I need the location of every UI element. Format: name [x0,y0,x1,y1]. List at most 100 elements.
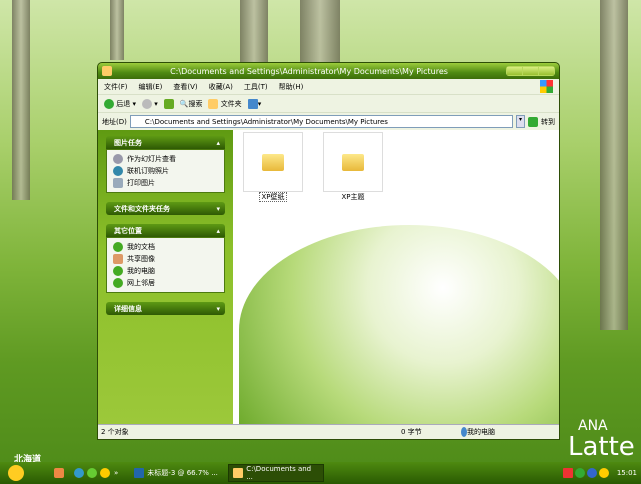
menu-file[interactable]: 文件(F) [104,82,128,92]
task-order-prints[interactable]: 联机订购照片 [113,165,218,177]
folders-button[interactable]: 文件夹 [208,98,242,109]
taskbar-button-photoshop[interactable]: 未标题-3 @ 66.7% ... [130,464,222,482]
close-button[interactable] [539,67,554,75]
menu-edit[interactable]: 编辑(E) [139,82,163,92]
panel-header[interactable]: 图片任务 ▴ [106,136,225,149]
picture-tasks-panel: 图片任务 ▴ 作为幻灯片查看 联机订购照片 打印图片 [106,136,225,193]
menu-favorites[interactable]: 收藏(A) [209,82,233,92]
panel-title: 文件和文件夹任务 [114,204,170,213]
show-desktop-icon[interactable] [54,468,64,478]
menu-help[interactable]: 帮助(H) [279,82,304,92]
other-places-panel: 其它位置 ▴ 我的文档 共享图像 我的电脑 网上邻居 [106,224,225,293]
task-label: C:\Documents and ... [246,465,312,481]
folder-icon [208,98,219,109]
search-button[interactable]: 🔍搜索 [180,99,203,109]
views-icon [247,98,258,109]
back-arrow-icon [104,98,114,109]
panel-title: 其它位置 [114,226,142,235]
go-button[interactable]: 转到 [541,117,555,127]
quicklaunch-icon[interactable] [100,468,110,478]
printer-icon [113,178,123,188]
panel-header[interactable]: 详细信息 ▾ [106,302,225,315]
place-network[interactable]: 网上邻居 [113,277,218,289]
taskbar: » 未标题-3 @ 66.7% ... C:\Documents and ...… [0,462,641,484]
ie-icon[interactable] [74,468,84,478]
menu-tools[interactable]: 工具(T) [244,82,268,92]
status-size: 0 字节 [401,428,422,436]
task-label: 作为幻灯片查看 [127,155,176,163]
forward-button[interactable]: ▾ [141,98,158,109]
panel-header[interactable]: 其它位置 ▴ [106,224,225,237]
folder-item[interactable]: XP主题 [323,132,383,202]
explorer-window: C:\Documents and Settings\Administrator\… [97,62,560,440]
maximize-button[interactable] [523,67,538,75]
tree [600,0,628,330]
clock[interactable]: 15:01 [617,469,637,477]
go-arrow-icon[interactable] [528,116,538,127]
tray-icon[interactable] [586,468,597,478]
task-slideshow[interactable]: 作为幻灯片查看 [113,153,218,165]
start-button[interactable] [8,465,24,481]
tree [240,0,268,70]
menu-bar: 文件(F) 编辑(E) 查看(V) 收藏(A) 工具(T) 帮助(H) [98,79,559,94]
expand-icon[interactable]: ▾ [216,305,220,313]
folder-icon [233,468,244,478]
task-print[interactable]: 打印图片 [113,177,218,189]
place-my-documents[interactable]: 我的文档 [113,241,218,253]
my-documents-icon [113,242,123,252]
views-button[interactable]: ▾ [247,98,261,109]
search-label: 搜索 [188,99,203,108]
photoshop-icon [134,468,145,478]
slideshow-icon [113,154,123,164]
folder-item[interactable]: XP壁纸 [243,132,303,202]
task-label: 未标题-3 @ 66.7% ... [147,469,218,477]
place-my-computer[interactable]: 我的电脑 [113,265,218,277]
menu-view[interactable]: 查看(V) [173,82,197,92]
back-button[interactable]: 后退 ▾ [104,98,136,109]
windows-logo-icon [540,80,553,93]
place-label: 共享图像 [127,255,155,263]
status-objects: 2 个对象 [101,428,129,436]
place-label: 我的电脑 [127,267,155,275]
toolbar: 后退 ▾ ▾ 🔍搜索 文件夹 ▾ [98,94,559,112]
task-label: 打印图片 [127,179,155,187]
panel-title: 图片任务 [114,138,142,147]
tree [300,0,340,62]
minimize-button[interactable] [507,67,522,75]
tree [12,0,30,200]
wallpaper-brand-latte: Latte [568,432,635,462]
title-bar[interactable]: C:\Documents and Settings\Administrator\… [98,63,559,79]
address-dropdown[interactable]: ▾ [516,115,525,128]
system-tray: 15:01 [562,468,641,478]
dandelion-background [239,225,559,425]
my-computer-icon [113,266,123,276]
place-label: 网上邻居 [127,279,155,287]
tray-icon[interactable] [562,468,573,478]
panel-header[interactable]: 文件和文件夹任务 ▾ [106,202,225,215]
quicklaunch-chevron[interactable]: » [114,469,118,477]
shared-pictures-icon [113,254,123,264]
expand-icon[interactable]: ▾ [216,205,220,213]
forward-arrow-icon [141,98,152,109]
details-panel: 详细信息 ▾ [106,302,225,315]
folder-icon [102,66,112,76]
folder-icon [262,153,284,171]
window-title: C:\Documents and Settings\Administrator\… [170,66,448,76]
place-shared-pictures[interactable]: 共享图像 [113,253,218,265]
up-folder-icon[interactable] [163,98,174,109]
folder-name: XP主题 [341,193,365,201]
status-bar: 2 个对象 0 字节 我的电脑 [98,424,559,439]
collapse-icon[interactable]: ▴ [216,139,220,147]
tray-icon[interactable] [598,468,609,478]
status-location: 我的电脑 [467,428,495,436]
file-view: XP壁纸 XP主题 [233,130,559,425]
collapse-icon[interactable]: ▴ [216,227,220,235]
address-input[interactable] [129,115,513,128]
file-tasks-panel: 文件和文件夹任务 ▾ [106,202,225,215]
place-label: 我的文档 [127,243,155,251]
quicklaunch-icon[interactable] [87,468,97,478]
tray-icon[interactable] [574,468,585,478]
taskbar-button-explorer[interactable]: C:\Documents and ... [228,464,325,482]
address-label: 地址(D) [102,117,127,126]
folder-icon [342,153,364,171]
